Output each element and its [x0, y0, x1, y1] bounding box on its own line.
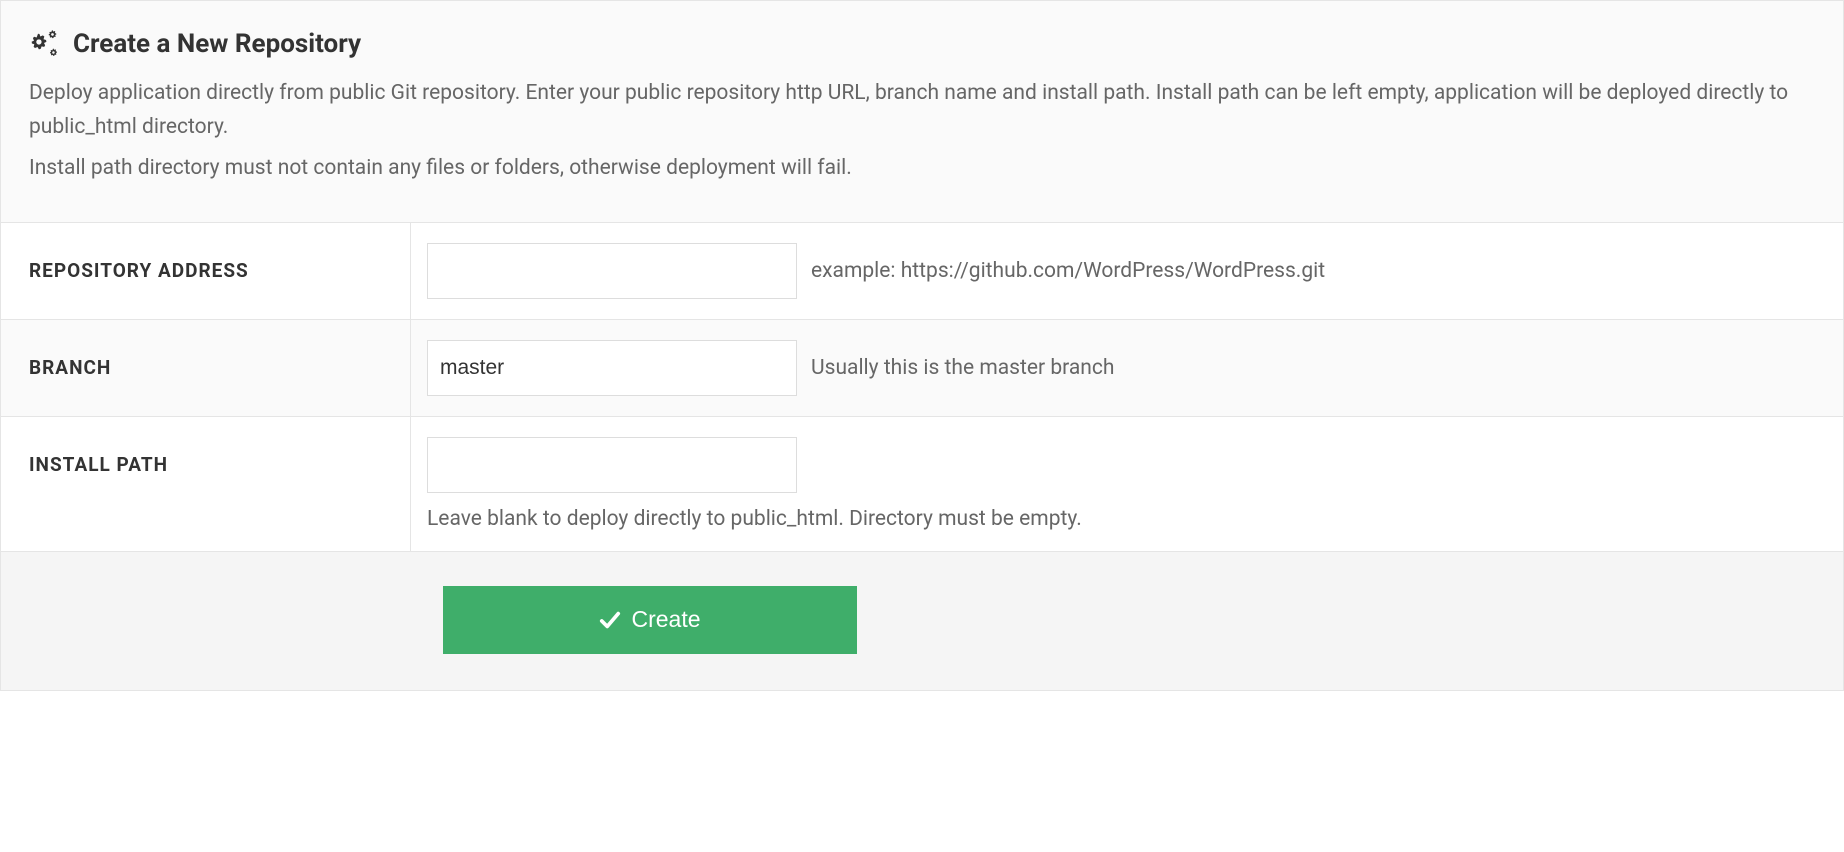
create-repository-panel: Create a New Repository Deploy applicati… [0, 0, 1844, 691]
check-icon [599, 609, 621, 631]
create-button-label: Create [631, 606, 700, 633]
panel-footer: Create [1, 552, 1843, 690]
form-row-repo: REPOSITORY ADDRESS example: https://gith… [1, 223, 1843, 320]
panel-description-1: Deploy application directly from public … [29, 77, 1815, 144]
panel-header: Create a New Repository Deploy applicati… [1, 1, 1843, 223]
form-row-branch: BRANCH Usually this is the master branch [1, 320, 1843, 417]
repo-label: REPOSITORY ADDRESS [1, 223, 411, 319]
branch-hint: Usually this is the master branch [811, 356, 1114, 380]
create-button[interactable]: Create [443, 586, 857, 654]
repo-hint: example: https://github.com/WordPress/Wo… [811, 259, 1325, 283]
panel-title: Create a New Repository [73, 29, 361, 59]
form-row-install-path: INSTALL PATH Leave blank to deploy direc… [1, 417, 1843, 552]
gears-icon [29, 29, 59, 59]
install-path-label: INSTALL PATH [1, 417, 411, 551]
repo-address-input[interactable] [427, 243, 797, 299]
branch-label: BRANCH [1, 320, 411, 416]
install-path-hint: Leave blank to deploy directly to public… [427, 507, 1827, 531]
branch-input[interactable] [427, 340, 797, 396]
panel-description-2: Install path directory must not contain … [29, 152, 1815, 186]
install-path-input[interactable] [427, 437, 797, 493]
